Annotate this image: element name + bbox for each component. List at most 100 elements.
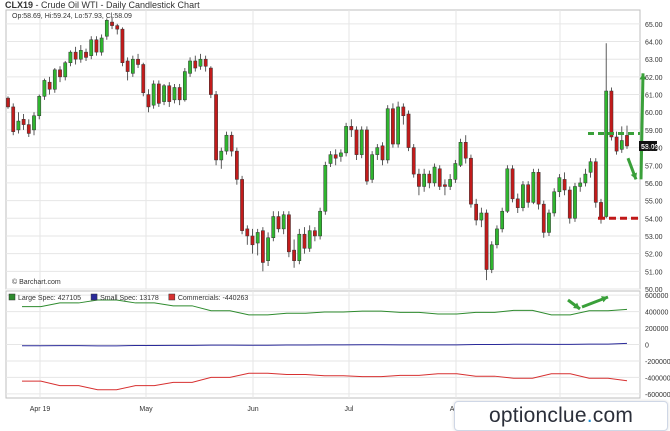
up-arrow-shaft [639,73,645,180]
candle-body [380,145,385,161]
candle-body [177,87,182,101]
candle-body [619,140,624,150]
candle-body [11,106,16,132]
candle-body [318,210,322,237]
candle-body [94,39,99,53]
price-tick-label: 62.00 [645,75,663,82]
cot-tick-label: 400000 [645,310,668,317]
candle-body [505,168,510,212]
candle-body [125,60,130,72]
candle-body [349,126,354,131]
candle-body [115,25,120,30]
candle-body [47,81,52,90]
legend-label: Commercials: -440263 [178,295,249,302]
candle-body [287,214,291,253]
candle-body [182,71,187,101]
candle-body [547,212,551,233]
cot-tick-label: -400000 [645,375,670,382]
candle-body [26,124,31,134]
candle-body [281,214,286,230]
candle-body [68,51,73,63]
candle-body [172,87,177,101]
candle-body [302,233,307,249]
candle-body [432,166,437,184]
candle-body [37,96,42,117]
candle-body [271,216,276,238]
candle-body [307,230,312,249]
legend-label: Small Spec: 13178 [100,295,159,302]
candle-body [261,230,265,263]
candle-body [411,147,416,175]
candle-body [510,168,515,200]
candle-body [156,83,161,104]
price-tick-label: 53.00 [645,234,663,241]
candle-body [120,28,125,63]
candle-body [500,210,505,230]
candle-body [276,216,281,230]
candle-body [567,189,572,219]
price-tick-label: 59.00 [645,128,663,135]
watermark-text-a: optionclue [488,404,587,427]
candle-body [224,134,229,152]
price-tick-label: 56.00 [645,181,663,188]
optionclue-watermark: optionclue. com [454,401,668,431]
candle-body [6,97,10,108]
candle-body [526,184,531,203]
cot-tick-label: -200000 [645,359,670,366]
candle-body [240,179,244,231]
cot-series-line [22,372,628,391]
chart-canvas: Op:58.69, Hi:59.24, Lo:57.93, Cl:58.09 © … [5,9,670,413]
candle-body [110,21,114,26]
cot-tick-label: 200000 [645,326,668,333]
price-tick-label: 57.00 [645,163,663,170]
candle-body [463,142,468,159]
price-tick-label: 60.00 [645,110,663,117]
candle-body [162,85,166,102]
candle-body [401,106,406,117]
candle-body [521,184,525,208]
candle-body [146,94,151,108]
candle-body [328,154,333,164]
date-tick-label: Apr 19 [30,406,51,413]
candle-body [104,20,109,37]
candle-body [604,90,609,217]
candle-body [536,172,541,205]
legend-swatch [90,293,98,301]
candle-body [578,182,583,187]
candle-body [167,85,172,102]
price-tick-label: 51.00 [645,269,663,276]
candle-body [541,203,546,233]
candle-body [229,134,234,152]
candle-body [63,62,68,78]
candle-body [474,203,479,221]
candle-body [614,136,619,152]
candle-body [16,120,21,131]
candle-body [89,39,94,56]
candle-body [573,186,577,219]
candle-body [266,237,270,261]
candle-body [73,51,78,60]
candle-body [188,60,192,74]
candle-body [588,161,593,173]
candle-body [515,198,520,208]
candle-body [484,212,489,270]
candle-body [136,58,140,65]
candle-body [250,235,255,246]
candle-body [339,152,343,157]
cot-axis: 600000 400000 200000 0 -200000 -400000 -600000 [645,293,670,399]
price-tick-label: 63.00 [645,57,663,64]
legends: Large Spec: 427105 Small Spec: 13178 Comme… [8,293,249,302]
candle-body [469,157,473,205]
candle-body [255,232,260,244]
candle-body [599,202,603,219]
legend-swatch [168,293,176,301]
price-tick-label: 61.00 [645,93,663,100]
date-tick-label: May [139,406,153,413]
candle-body [427,173,432,184]
date-tick-label: Jun [247,406,258,413]
candle-body [209,67,213,95]
candle-body [99,37,104,53]
candle-body [417,173,421,187]
candle-body [214,94,218,161]
candle-body [297,233,302,261]
